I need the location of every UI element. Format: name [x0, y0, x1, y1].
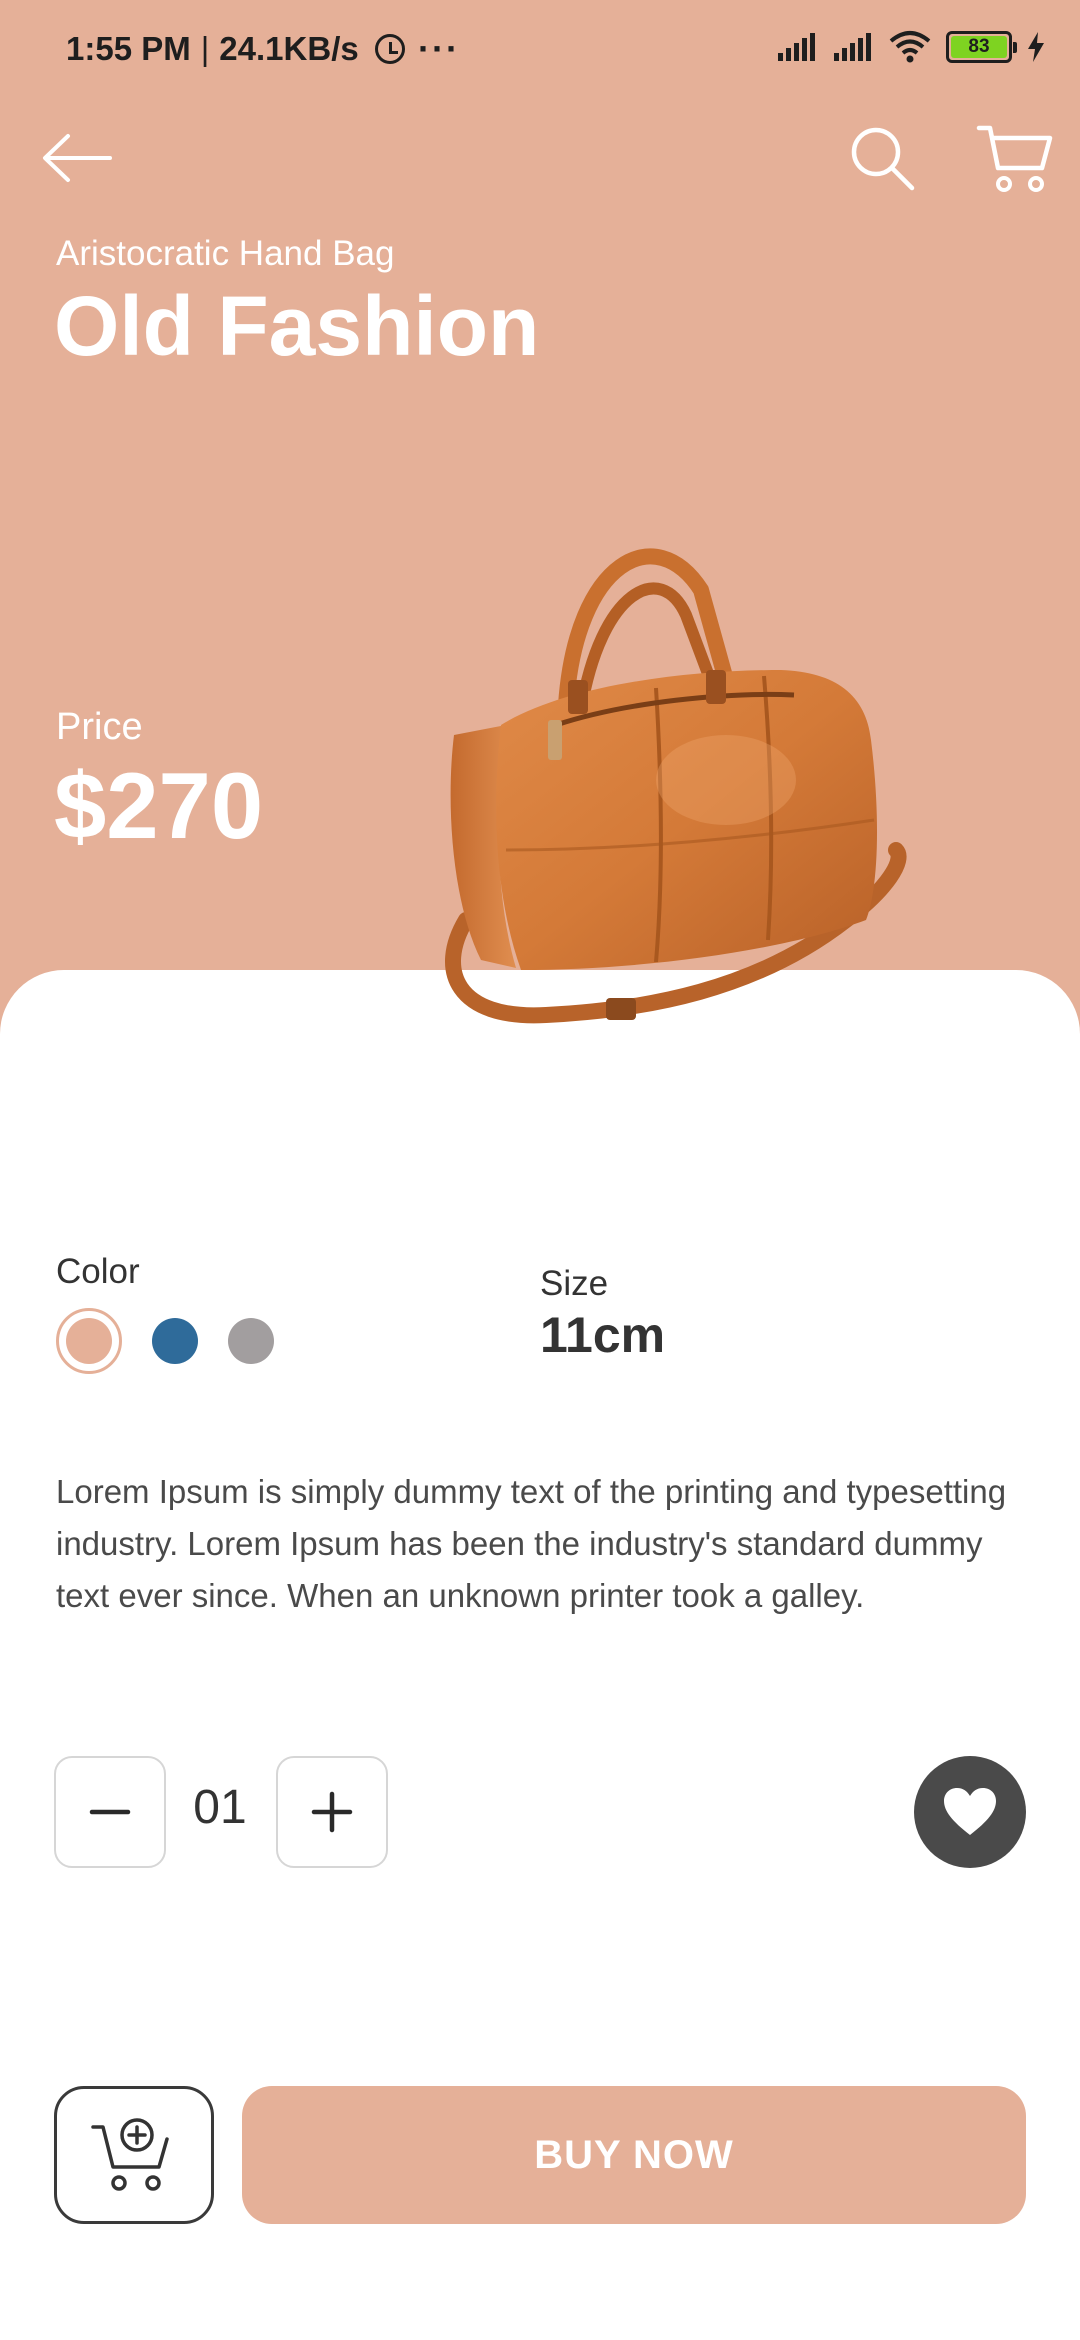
signal-icon	[778, 33, 815, 61]
status-left: 1:55 PM | 24.1KB/s	[66, 30, 405, 68]
status-bar: 1:55 PM | 24.1KB/s ··· 83	[0, 0, 1080, 100]
color-label: Color	[56, 1252, 140, 1291]
product-category: Aristocratic Hand Bag	[56, 234, 395, 273]
color-swatch-peach	[66, 1318, 112, 1364]
battery-level: 83	[951, 36, 1007, 58]
color-swatch-selected[interactable]	[56, 1308, 122, 1374]
plus-icon	[311, 1791, 353, 1833]
heart-icon	[944, 1788, 996, 1835]
increment-button[interactable]	[276, 1756, 388, 1868]
search-icon[interactable]	[848, 124, 918, 194]
status-right: 83	[776, 30, 1046, 64]
size-label: Size	[540, 1264, 609, 1303]
wifi-icon	[889, 31, 931, 63]
quantity-value: 01	[193, 1781, 247, 1834]
minus-icon	[89, 1809, 131, 1815]
more-notifications-icon: ···	[418, 28, 460, 69]
back-arrow-icon[interactable]	[40, 130, 114, 186]
color-swatch-blue[interactable]	[152, 1318, 198, 1364]
add-to-cart-button[interactable]	[54, 2086, 214, 2224]
color-swatches	[56, 1308, 274, 1374]
product-description: Lorem Ipsum is simply dummy text of the …	[56, 1473, 1007, 1614]
separator: |	[200, 30, 210, 67]
alarm-icon	[374, 34, 405, 64]
cart-icon[interactable]	[976, 122, 1056, 196]
favorite-button[interactable]	[914, 1756, 1026, 1868]
product-price: $270	[54, 753, 264, 858]
network-speed: 24.1KB/s	[219, 30, 359, 67]
color-swatch-grey[interactable]	[228, 1318, 274, 1364]
product-name: Old Fashion	[54, 279, 540, 373]
buy-now-button[interactable]: BUY NOW	[242, 2086, 1026, 2224]
decrement-button[interactable]	[54, 1756, 166, 1868]
signal-icon	[834, 33, 871, 61]
clock: 1:55 PM	[66, 30, 191, 67]
size-value: 11cm	[540, 1307, 666, 1363]
buy-now-label: BUY NOW	[534, 2132, 734, 2177]
charging-icon	[1028, 32, 1044, 62]
battery-icon: 83	[946, 31, 1017, 63]
handbag-image	[445, 548, 907, 1024]
cart-plus-icon	[91, 2118, 169, 2191]
price-label: Price	[56, 706, 143, 748]
